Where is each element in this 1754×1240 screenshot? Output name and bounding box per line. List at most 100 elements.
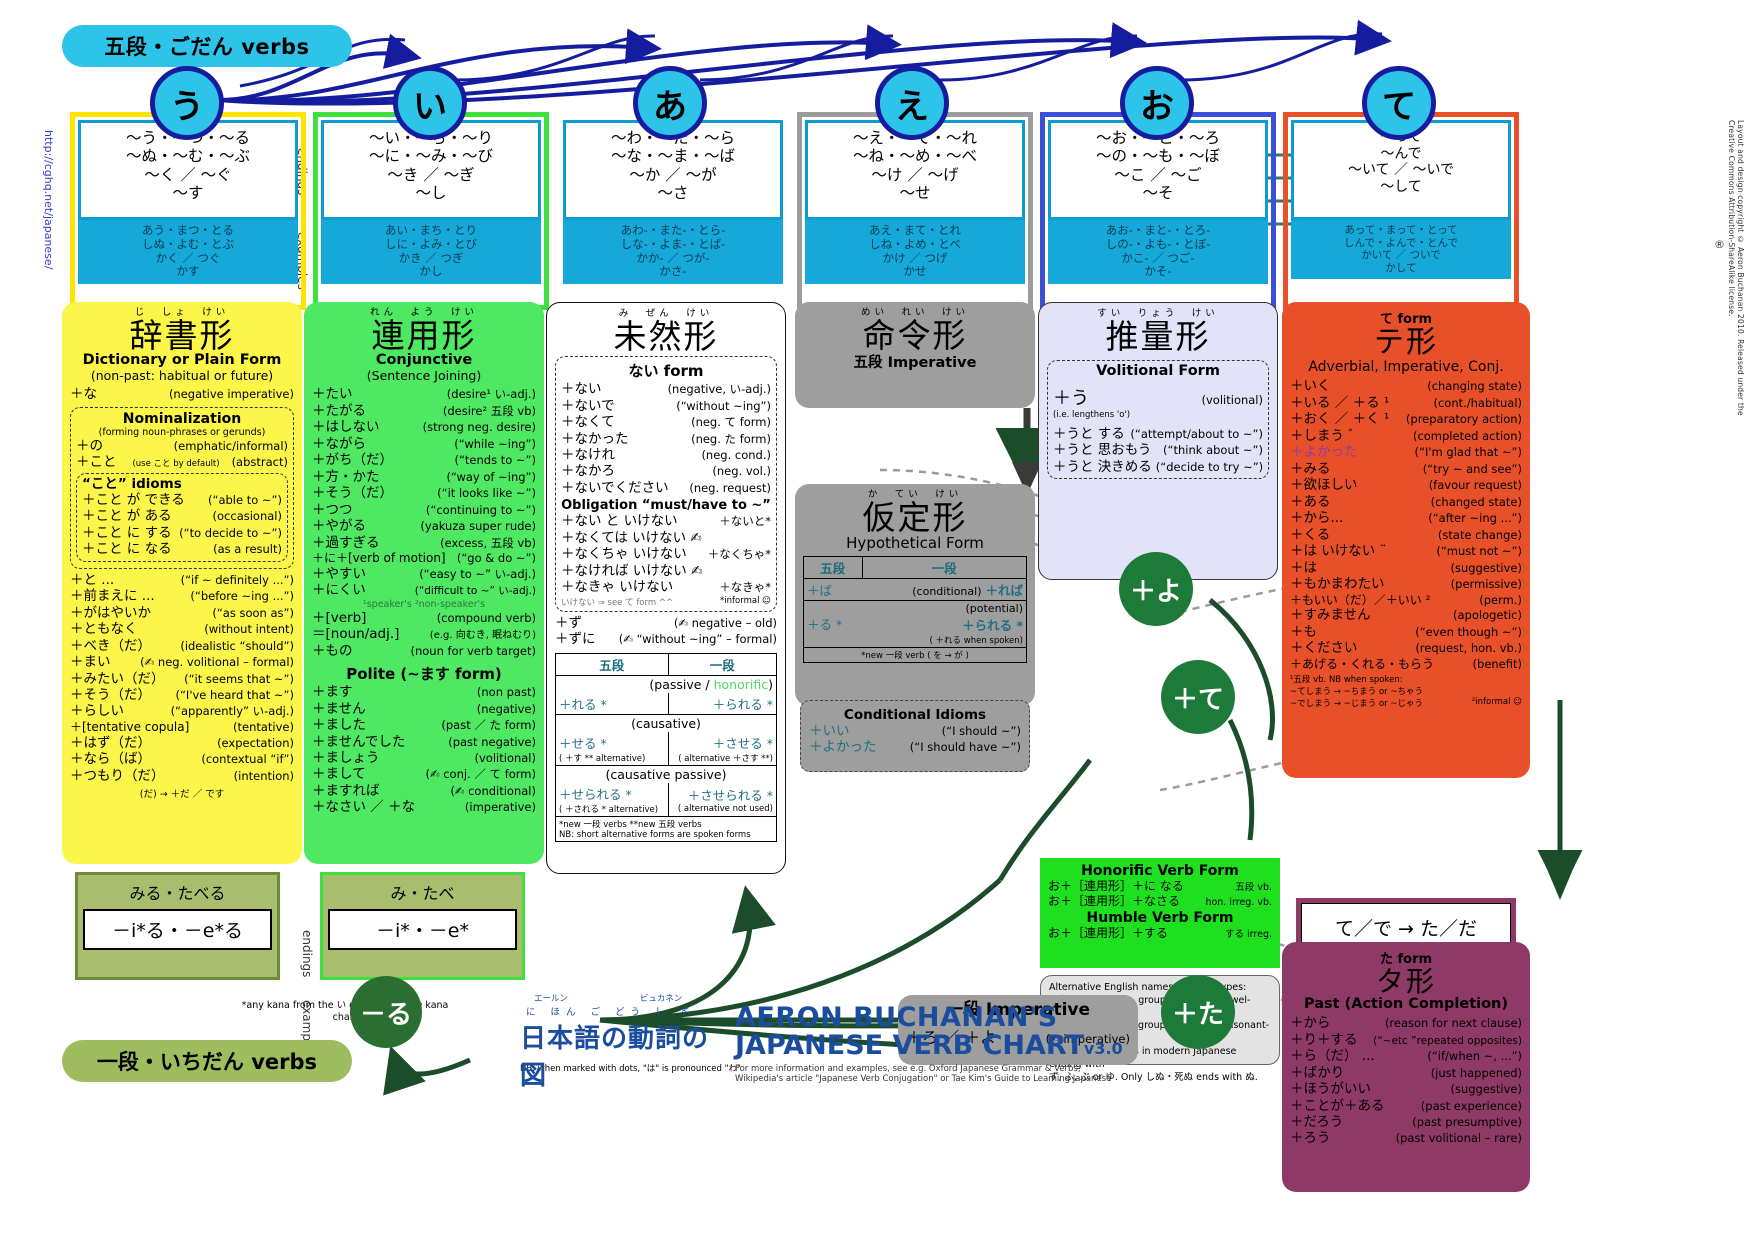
ending-box-a: ～わ・～た・～ら ～な・～ま・～ば ～か ／ ～が ～さ あわ-・また-・とら-… (555, 112, 791, 310)
conj-row-1-desc: (desire² 五段 vb) (442, 403, 536, 418)
plus-ta-operator: ＋た (1161, 975, 1235, 1049)
conj-row-9-form: ＋過すぎる (312, 534, 380, 551)
pc-causpass-godan: ＋せられる * (559, 786, 632, 802)
polite-row-0-desc: (non past) (476, 685, 536, 700)
conj-row-10-form: ＋に＋[verb of motion] (312, 551, 446, 566)
past-row-4-form: ＋ほうがいい (1290, 1081, 1371, 1098)
cond-idiom-0-desc: (“I should ~”) (941, 724, 1021, 738)
title-version: v3.0 (1083, 1039, 1123, 1059)
examples-te: あって・まって・とって しんで・よんで・とんで かいて ／ ついで かして (1291, 220, 1511, 280)
pc-causpass-ichidan-cell: ＋させられる * ( alternative not used) (667, 782, 778, 817)
title-credit-1: For more information and examples, see e… (735, 1063, 1081, 1074)
te-row-11-form: ＋は (1290, 559, 1317, 576)
koto-idiom-1-form: ＋こと が ある (82, 508, 172, 525)
pc-head-godan: 五段 (555, 652, 669, 676)
te-row-11-desc: (suggestive) (1450, 560, 1522, 575)
dict-row-9-desc: (tentative) (233, 719, 294, 734)
vol-row-0-form: ＋うと する (1053, 426, 1125, 443)
hyp-potential-label: (potential) (965, 601, 1023, 615)
te-foot-4: ²informal ☺ (1471, 697, 1522, 708)
pc-foot1: *new 一段 verbs **new 五段 verbs (559, 819, 702, 830)
examples-u: あう・まつ・とる しぬ・よむ・とぶ かく ／ つぐ かす (78, 220, 298, 285)
te-row-13-desc: (perm.) (1479, 592, 1522, 607)
te-row-6-desc: (favour request) (1428, 478, 1522, 493)
hyp-conditional-ichidan-cell: (conditional) ＋れば (862, 577, 1028, 601)
te-row-12-form: ＋もかまわたい (1290, 576, 1385, 593)
hypothetical-en-title: Hypothetical Form (846, 534, 984, 553)
te-row-3-form: ＋しまう ゛ (1290, 427, 1362, 444)
te-row-9-desc: (state change) (1437, 527, 1522, 542)
ending-box-te: ～って ～んで ～いて ／ ～いで ～して あって・まって・とって しんで・よん… (1283, 112, 1519, 310)
past-row-3-form: ＋ばかり (1290, 1064, 1345, 1081)
dict-row-5-form: ＋まい (70, 654, 111, 671)
polite-row-4-desc: (volitional) (474, 750, 536, 765)
humble-title: Humble Verb Form (1086, 910, 1234, 927)
te-form-suffix-list: ＋いく (changing state) ＋いる ／ ＋る ¹ (cont./hab… (1290, 378, 1522, 671)
te-row-5-desc: (“try ~ and see”) (1422, 461, 1522, 476)
koto-idiom-0-form: ＋こと が できる (82, 491, 185, 508)
volitional-group: Volitional Form ＋う (volitional) (i.e. len… (1047, 360, 1269, 480)
conj-row-1-form: ＋たがる (312, 402, 366, 419)
nai-row-3-desc: (neg. た form) (691, 431, 771, 446)
pc-head-ichidan: 一段 (667, 652, 778, 676)
conjunctive-suffix-list: ＋たい (desire¹ い-adj.) ＋たがる (desire² 五段 vb) … (312, 386, 536, 598)
ichidan-stem-box: み・たべ －i*・－e* (320, 872, 525, 980)
obligation-note: いけない ⇒ see て form ^^ (561, 597, 674, 608)
dict-row-1-form: ＋前まえに ... (70, 588, 155, 605)
vol-row-1-form: ＋うと 思おもう (1053, 442, 1152, 459)
nom-row-1-note: (use こと by default) (132, 459, 220, 470)
conj2-row-0-desc: (compound verb) (436, 610, 536, 625)
conj-row-10-desc: (“go & do ~”) (456, 551, 536, 566)
polite-row-4-form: ＋ましょう (312, 749, 380, 766)
volitional-en-title: Volitional Form (1096, 363, 1220, 380)
title-line-1: AERON BUCHANAN'S (735, 1002, 1058, 1033)
kana-circle-a: あ (633, 66, 707, 140)
conj-row-0-form: ＋たい (312, 386, 353, 403)
hypothetical-table: 五段 一段 ＋ば (conditional) ＋れば ＋る * (potenti… (803, 555, 1028, 663)
dict-row-2-desc: (“as soon as”) (212, 605, 294, 620)
polite-row-2-desc: (past ／ た form) (441, 718, 536, 733)
pc-label-passive: (passive / honorific) (555, 674, 777, 693)
ichidan-stem-examples: み・たべ (390, 884, 455, 903)
dict-row-7-form: ＋そう（だ） (70, 687, 151, 703)
polite-row-6-desc: (✍ conditional) (450, 783, 536, 798)
imperative-jp-title: 命令形 (862, 315, 968, 355)
polite-row-7-form: ＋なさい ／ ＋な (312, 799, 416, 816)
te-foot-3: ~でしまう → ~じまう or ~じゃう (1290, 699, 1423, 710)
te-row-17-form: ＋あげる・くれる・もらう (1290, 656, 1435, 671)
hon-row-1-form: お＋［連用形］＋なさる (1048, 893, 1181, 908)
pc-label-causative-passive: (causative passive) (555, 764, 777, 783)
ichidan-verbs-pill: 一段・いちだん verbs (62, 1040, 352, 1082)
nai-row-1-desc: (“without ~ing”) (676, 398, 771, 413)
koto-idiom-2-desc: (“to decide to ~”) (179, 525, 282, 540)
conj-row-7-form: ＋つつ (312, 501, 353, 518)
conj-row-12-form: ＋にくい (312, 582, 366, 599)
koto-idioms-group: “こと” idioms ＋こと が できる (“able to ~”) ＋こと が… (76, 472, 288, 562)
plus-yo-operator: ＋よ (1119, 552, 1193, 626)
past-row-7-desc: (past volitional – rare) (1395, 1131, 1522, 1146)
dictionary-subtitle: (non-past: habitual or future) (90, 368, 274, 384)
zu-row-1-desc: (✍ “without ~ing” – formal) (618, 632, 777, 647)
title-ruby-aeron: エールン (534, 994, 568, 1004)
imperative-en-title: 五段 Imperative (853, 355, 977, 372)
te-row-8-form: ＋から... (1290, 510, 1344, 527)
nai-row-6-desc: (neg. request) (689, 480, 771, 495)
dict-row-5-desc: (✍ neg. volitional – formal) (140, 655, 294, 670)
past-row-0-desc: (reason for next clause) (1384, 1016, 1522, 1031)
examples-i: あい・まち・とり しに・よみ・とび かき ／ つぎ かし (321, 220, 541, 285)
hyp-conditional-label: (conditional) (912, 584, 982, 598)
dictionary-jp-title: 辞書形 (129, 315, 235, 355)
te-row-9-form: ＋くる (1290, 526, 1331, 543)
nominalization-group: Nominalization (forming noun-phrases or … (70, 406, 294, 569)
hyp-head-ichidan: 一段 (861, 555, 1028, 579)
polite-row-5-form: ＋まして (312, 766, 366, 783)
dict-row-1-desc: (“before ~ing ...”) (190, 589, 294, 604)
pc-causative-ichidan-alt: ( alternative ＋さす **) (678, 753, 773, 764)
hon-row-0-desc: 五段 vb. (1235, 882, 1272, 893)
hon-row-1-desc: hon. irreg. vb. (1205, 896, 1272, 908)
vol-row-2-desc: (“decide to try ~”) (1155, 459, 1264, 474)
nom-row-1-desc: (abstract) (231, 455, 288, 470)
dict-row-11-desc: (contextual “if”) (201, 752, 294, 767)
polite-row-1-form: ＋ません (312, 700, 366, 717)
examples-o: あお-・まと-・とろ- しの-・よも-・とぼ- かこ- ／ つご- かそ- (1048, 220, 1268, 285)
